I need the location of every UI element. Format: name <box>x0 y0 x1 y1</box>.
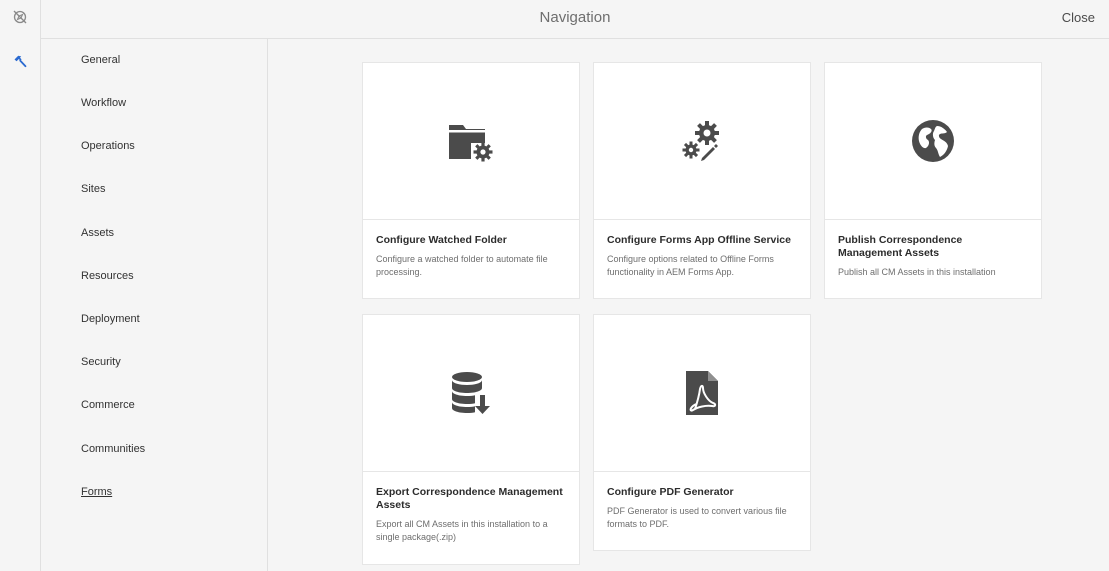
nav-item-workflow[interactable]: Workflow <box>81 97 126 109</box>
nav-item-communities[interactable]: Communities <box>81 443 145 455</box>
card-configure-watched-folder[interactable]: Configure Watched Folder Configure a wat… <box>362 62 580 299</box>
database-export-icon <box>452 372 490 414</box>
card-title: Configure Watched Folder <box>376 234 507 246</box>
hammer-icon <box>14 55 27 68</box>
nav-item-resources[interactable]: Resources <box>81 270 134 282</box>
card-configure-forms-app-offline-service[interactable]: Configure Forms App Offline Service Conf… <box>593 62 811 299</box>
card-thumbnail <box>825 63 1041 220</box>
card-title: Configure PDF Generator <box>607 486 734 498</box>
card-export-cm-assets[interactable]: Export Correspondence Management Assets … <box>362 314 580 565</box>
card-thumbnail <box>363 315 579 472</box>
pdf-icon <box>686 371 718 415</box>
category-nav: General Workflow Operations Sites Assets… <box>41 39 268 571</box>
left-rail <box>0 0 41 571</box>
nav-item-assets[interactable]: Assets <box>81 227 114 239</box>
nav-item-operations[interactable]: Operations <box>81 140 135 152</box>
header-bar: Navigation Close <box>41 0 1109 39</box>
nav-item-general[interactable]: General <box>81 54 120 66</box>
folder-settings-icon <box>449 125 493 162</box>
nav-item-security[interactable]: Security <box>81 356 121 368</box>
rail-button-tools[interactable] <box>0 44 40 78</box>
page-title: Navigation <box>539 9 611 26</box>
nav-item-deployment[interactable]: Deployment <box>81 313 140 325</box>
card-description: Publish all CM Assets in this installati… <box>838 267 996 277</box>
nav-item-sites[interactable]: Sites <box>81 183 105 195</box>
card-description: Configure options related to Offline For… <box>607 254 774 277</box>
gears-icon <box>682 121 719 161</box>
nav-item-commerce[interactable]: Commerce <box>81 399 135 411</box>
nav-item-forms[interactable]: Forms <box>81 486 112 498</box>
card-title: Publish Correspondence Management Assets <box>838 234 963 259</box>
rail-button-compass[interactable] <box>0 0 40 34</box>
card-description: Configure a watched folder to automate f… <box>376 254 548 277</box>
card-publish-cm-assets[interactable]: Publish Correspondence Management Assets… <box>824 62 1042 299</box>
card-thumbnail <box>594 315 810 472</box>
compass-off-icon <box>13 10 27 24</box>
card-configure-pdf-generator[interactable]: Configure PDF Generator PDF Generator is… <box>593 314 811 551</box>
card-description: PDF Generator is used to convert various… <box>607 506 787 529</box>
globe-icon <box>912 120 954 162</box>
card-title: Configure Forms App Offline Service <box>607 234 791 246</box>
card-title: Export Correspondence Management Assets <box>376 486 563 511</box>
card-description: Export all CM Assets in this installatio… <box>376 519 548 542</box>
close-button[interactable]: Close <box>1062 10 1095 25</box>
card-thumbnail <box>594 63 810 220</box>
card-thumbnail <box>363 63 579 220</box>
